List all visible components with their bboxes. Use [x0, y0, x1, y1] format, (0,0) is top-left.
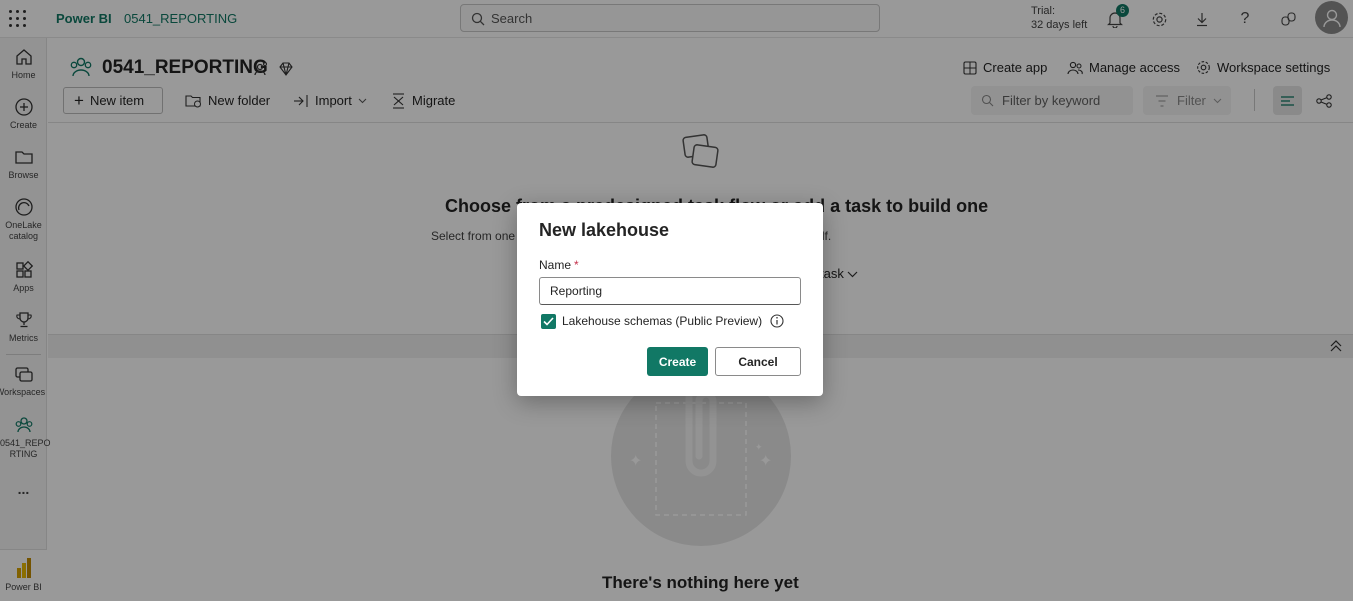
info-icon[interactable]	[770, 314, 784, 328]
lakehouse-schemas-label[interactable]: Lakehouse schemas (Public Preview)	[562, 314, 762, 328]
new-lakehouse-dialog: New lakehouse Name* Lakehouse schemas (P…	[517, 203, 823, 396]
checkmark-icon	[543, 317, 554, 326]
required-asterisk: *	[574, 258, 579, 272]
lakehouse-schemas-checkbox[interactable]	[541, 314, 556, 329]
name-field-label: Name *	[539, 258, 579, 272]
cancel-button[interactable]: Cancel	[715, 347, 801, 376]
create-button[interactable]: Create	[647, 347, 708, 376]
name-label-text: Name	[539, 258, 572, 272]
dialog-title: New lakehouse	[539, 220, 670, 240]
lakehouse-name-input[interactable]	[539, 277, 801, 305]
